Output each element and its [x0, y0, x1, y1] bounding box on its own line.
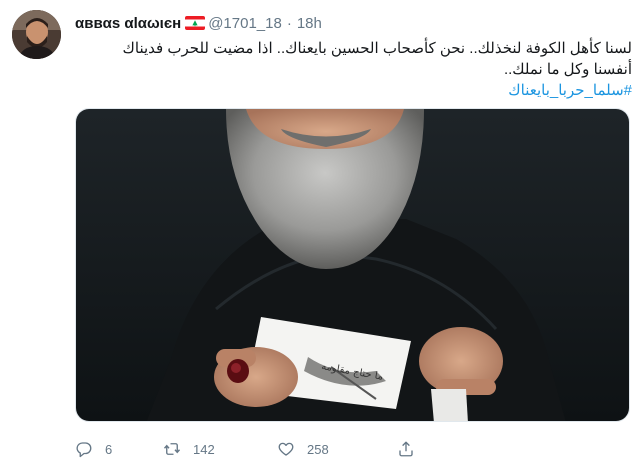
- reply-count: 6: [105, 441, 113, 457]
- reply-button[interactable]: 6: [75, 438, 112, 460]
- tweet-header: αввαs αlαωιєн @1701_18 · 18h: [75, 12, 322, 34]
- retweet-button[interactable]: 142: [163, 438, 215, 460]
- retweet-icon: [163, 443, 181, 455]
- avatar-image: [12, 10, 61, 59]
- like-icon: [278, 442, 294, 456]
- tweet-actions: 6 142 258: [75, 438, 630, 460]
- hashtag-link[interactable]: #سلما_حربا_بايعناك: [508, 82, 632, 99]
- media-photo: ما حتاج مقاومه: [76, 109, 629, 421]
- like-button[interactable]: 258: [277, 438, 329, 460]
- share-button[interactable]: [397, 438, 427, 460]
- tweet-text-line-2: أنفسنا وكل ما نملك..: [503, 61, 632, 78]
- author-name[interactable]: αввαs αlαωιєн: [75, 15, 181, 32]
- tweet[interactable]: αввαs αlαωιєн @1701_18 · 18h لسنا كأهل ا…: [0, 0, 644, 468]
- separator-dot: ·: [286, 14, 292, 32]
- avatar[interactable]: [12, 10, 61, 59]
- author-handle[interactable]: @1701_18: [208, 15, 282, 32]
- like-count: 258: [307, 441, 329, 457]
- lebanon-flag-icon: [185, 16, 206, 30]
- retweet-count: 142: [193, 441, 215, 457]
- tweet-text: لسنا كأهل الكوفة لنخذلك.. نحن كأصحاب الح…: [77, 38, 632, 101]
- share-icon: [399, 441, 413, 457]
- reply-icon: [76, 442, 92, 458]
- tweet-timestamp[interactable]: 18h: [297, 15, 322, 32]
- tweet-media[interactable]: ما حتاج مقاومه: [75, 108, 630, 422]
- tweet-text-line-1: لسنا كأهل الكوفة لنخذلك.. نحن كأصحاب الح…: [122, 40, 632, 57]
